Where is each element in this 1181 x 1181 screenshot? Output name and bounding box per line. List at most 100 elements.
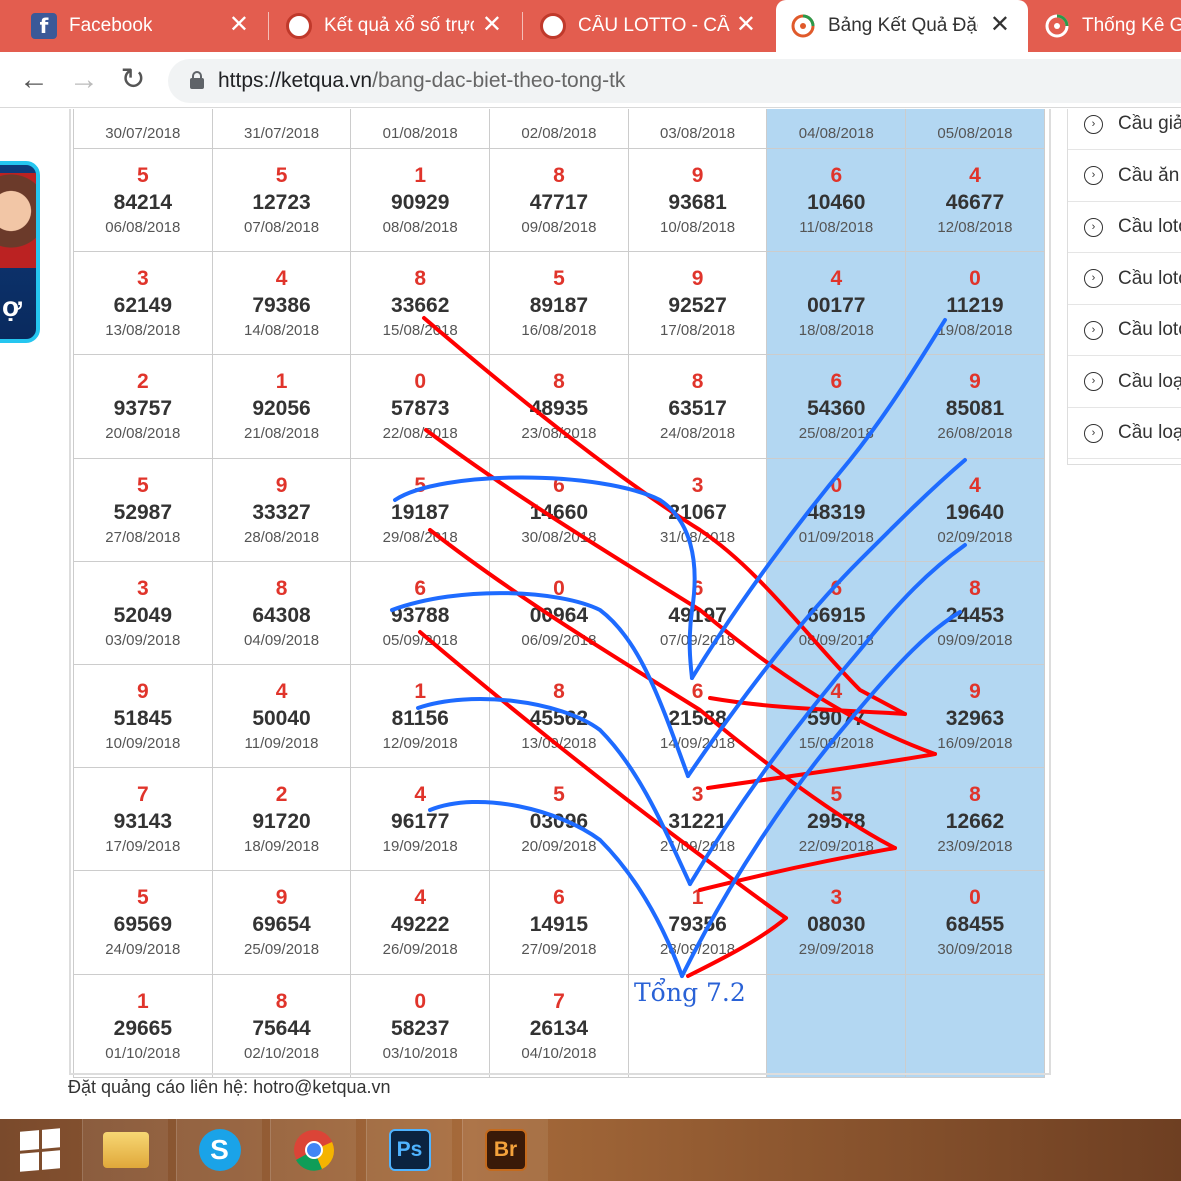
date-label: 04/09/2018 xyxy=(243,631,320,649)
total-digit: 1 xyxy=(414,679,427,703)
result-cell: 3 62149 13/08/2018 xyxy=(73,251,213,356)
total-digit: 6 xyxy=(830,164,843,187)
result-cell: 5 03096 20/09/2018 xyxy=(489,767,629,872)
chevron-circle-icon: › xyxy=(1084,423,1103,443)
tab-bang-ket-qua[interactable]: Bảng Kết Quả Đặc ✕ xyxy=(776,0,1028,52)
date-label: 30/08/2018 xyxy=(521,528,597,546)
total-digit: 5 xyxy=(137,473,149,497)
date-label: 13/09/2018 xyxy=(521,734,597,752)
total-digit: 6 xyxy=(414,576,427,600)
date-label: 19/08/2018 xyxy=(937,322,1013,340)
special-number: 69569 xyxy=(113,913,173,937)
skype-icon[interactable]: S xyxy=(176,1119,262,1181)
special-number: 64308 xyxy=(252,603,311,627)
date-label: 09/09/2018 xyxy=(937,631,1013,649)
tab-cau-lotto[interactable]: CẦU LOTTO - CẦU ✕ xyxy=(526,0,774,52)
result-cell: 6 49197 07/09/2018 xyxy=(627,560,768,665)
date-label: 02/10/2018 xyxy=(243,1044,320,1062)
special-number: 93757 xyxy=(113,397,173,421)
photoshop-icon[interactable]: Ps xyxy=(366,1119,452,1181)
tab-ketqua[interactable]: Kết quả xổ số trực ✕ xyxy=(272,0,520,52)
back-arrow-icon[interactable]: ← xyxy=(16,62,52,98)
tab-title: Thống Kê G xyxy=(1082,15,1181,36)
reload-icon[interactable]: ↻ xyxy=(115,62,151,98)
result-cell: 8 45562 13/09/2018 xyxy=(489,663,629,769)
close-icon[interactable]: ✕ xyxy=(229,13,249,37)
forward-arrow-icon[interactable]: → xyxy=(66,62,102,98)
total-digit: 4 xyxy=(275,267,288,291)
sidebar-item[interactable]: › Cầu loto xyxy=(1068,305,1181,356)
date-label: 29/08/2018 xyxy=(382,528,458,546)
sidebar-item[interactable]: › Cầu ăn 2 xyxy=(1068,151,1181,202)
bridge-icon[interactable]: Br xyxy=(462,1119,548,1181)
result-cell: 4 79386 14/08/2018 xyxy=(211,251,352,356)
total-digit: 0 xyxy=(414,370,427,394)
omnibox[interactable]: https://ketqua.vn/bang-dac-biet-theo-ton… xyxy=(168,59,1181,103)
date-label: 18/09/2018 xyxy=(243,838,320,856)
date-label: 10/09/2018 xyxy=(105,734,181,752)
special-number: 00177 xyxy=(807,294,866,318)
tab-facebook[interactable]: f Facebook ✕ xyxy=(17,0,267,52)
result-cell: 4 59077 15/09/2018 xyxy=(766,663,907,769)
date-label: 27/09/2018 xyxy=(521,941,597,959)
special-number: 48319 xyxy=(807,500,866,524)
special-number: 52049 xyxy=(113,603,173,627)
file-explorer-icon[interactable] xyxy=(82,1119,168,1181)
date-label: 15/08/2018 xyxy=(382,322,458,340)
chevron-circle-icon: › xyxy=(1084,372,1103,391)
date-label: 16/08/2018 xyxy=(521,322,597,340)
table-row: 30/07/2018 31/07/2018 01/08/2018 02/08/2018… xyxy=(73,109,1045,149)
sidebar-item[interactable]: › Cầu giải xyxy=(1068,109,1181,150)
result-cell: 0 11219 19/08/2018 xyxy=(905,251,1045,356)
special-number: 03096 xyxy=(529,810,589,834)
result-cell: 7 26134 04/10/2018 xyxy=(489,973,629,1078)
tab-thong-ke[interactable]: Thống Kê G xyxy=(1030,0,1181,52)
sidebar-item[interactable]: › Cầu loại xyxy=(1068,357,1181,408)
url-text[interactable]: https://ketqua.vn/bang-dac-biet-theo-ton… xyxy=(218,69,625,93)
chart-icon xyxy=(790,13,816,39)
result-cell: 1 79356 28/09/2018 xyxy=(627,870,768,975)
total-digit: 8 xyxy=(275,576,288,600)
date-label: 19/09/2018 xyxy=(382,838,458,856)
chrome-icon[interactable] xyxy=(270,1119,356,1181)
special-number: 58237 xyxy=(391,1016,450,1040)
special-number: 26134 xyxy=(529,1016,589,1040)
special-number: 81156 xyxy=(391,706,449,730)
date-label: 22/08/2018 xyxy=(382,425,458,443)
special-number: 54360 xyxy=(807,397,866,421)
special-number: 11219 xyxy=(946,294,1004,318)
special-number: 29578 xyxy=(807,810,866,834)
special-number: 24453 xyxy=(945,603,1005,627)
date-label: 13/08/2018 xyxy=(105,322,181,340)
result-cell: 2 93757 20/08/2018 xyxy=(73,354,213,459)
ad-banner[interactable]: ợ xyxy=(0,161,40,343)
total-digit: 0 xyxy=(553,576,565,600)
date-label: 07/08/2018 xyxy=(243,219,320,236)
date-label: 26/08/2018 xyxy=(937,425,1013,443)
sidebar-item[interactable]: › Cầu loto xyxy=(1068,254,1181,305)
special-number: 63517 xyxy=(668,397,727,421)
sidebar-item[interactable]: › Cầu loại xyxy=(1068,408,1181,459)
special-number: 45562 xyxy=(529,706,589,730)
total-digit: 3 xyxy=(830,886,843,910)
sidebar-item[interactable]: › Cầu loto xyxy=(1068,202,1181,253)
special-number: 85081 xyxy=(945,397,1005,421)
total-digit: 4 xyxy=(414,783,427,807)
close-icon[interactable]: ✕ xyxy=(736,13,756,37)
total-digit: 8 xyxy=(275,989,288,1013)
result-cell: 6 14915 27/09/2018 xyxy=(489,870,629,975)
windows-start-icon[interactable] xyxy=(0,1119,80,1181)
close-icon[interactable]: ✕ xyxy=(990,13,1010,37)
tab-separator xyxy=(268,12,269,40)
lock-icon xyxy=(190,71,204,89)
close-icon[interactable]: ✕ xyxy=(482,13,502,37)
total-digit: 0 xyxy=(830,473,843,497)
chevron-circle-icon: › xyxy=(1084,217,1103,237)
total-digit: 8 xyxy=(969,783,981,807)
total-digit: 3 xyxy=(691,783,704,807)
ketqua-icon xyxy=(286,13,312,39)
date-label: 24/09/2018 xyxy=(105,941,181,959)
total-digit: 0 xyxy=(414,989,427,1013)
result-cell: 3 21067 31/08/2018 xyxy=(627,457,768,562)
total-digit: 4 xyxy=(414,886,427,910)
